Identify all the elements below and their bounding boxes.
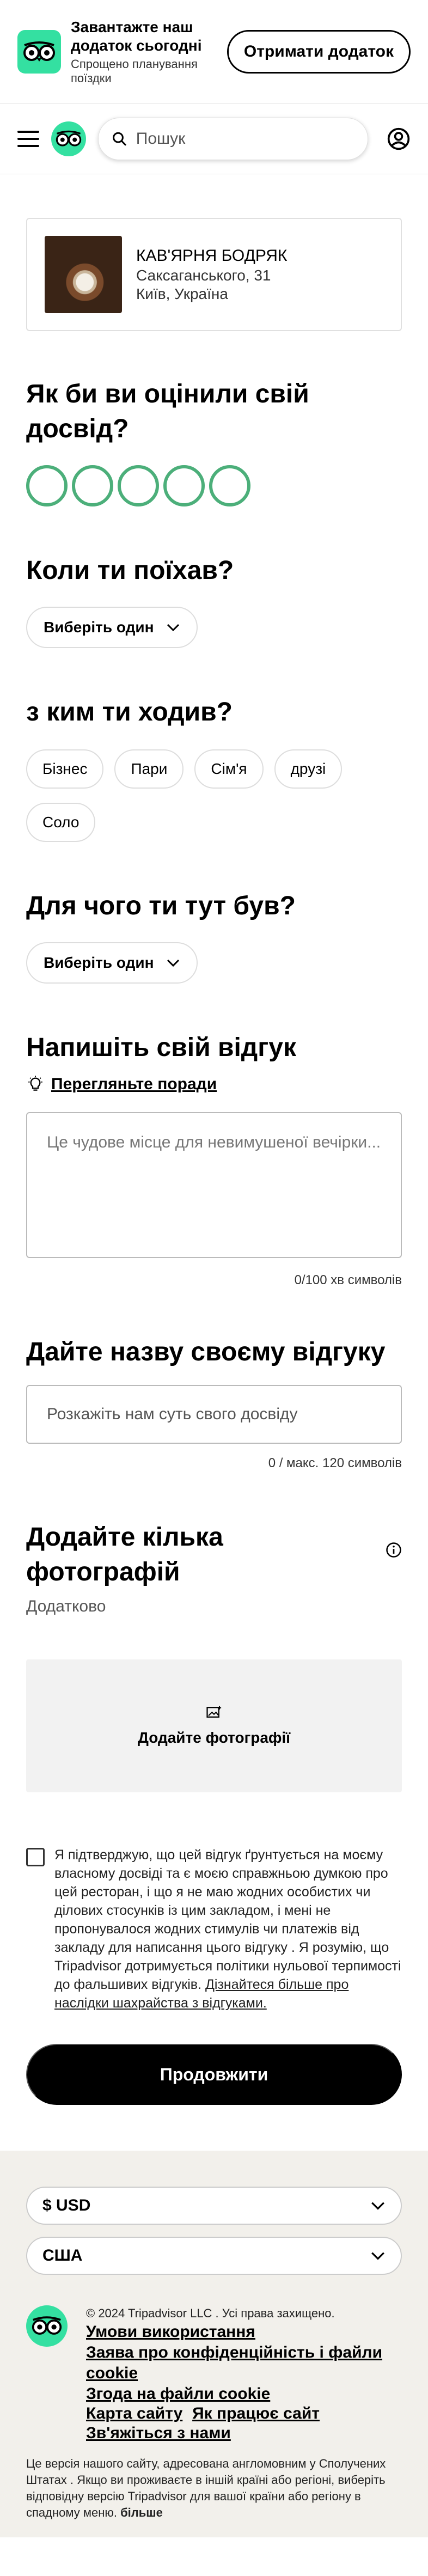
companion-option-friends[interactable]: друзі <box>274 749 343 789</box>
chevron-down-icon <box>371 2202 384 2210</box>
disclaimer-text: Це версія нашого сайту, адресована англо… <box>26 2457 386 2519</box>
purpose-select[interactable]: Виберіть один <box>26 942 198 984</box>
disclaimer-more-link[interactable]: більше <box>120 2506 163 2519</box>
footer-link-privacy[interactable]: Заява про конфіденційність і файли cooki… <box>86 2342 402 2384</box>
review-title-char-counter: 0 / макс. 120 символів <box>268 1456 402 1470</box>
restaurant-street: Саксаганського, 31 <box>136 267 271 284</box>
add-photos-dropzone[interactable]: Додайте фотографії <box>26 1659 402 1792</box>
search-bar[interactable] <box>98 117 368 160</box>
restaurant-info: КАВ'ЯРНЯ БОДРЯК Саксаганського, 31 Київ,… <box>136 246 287 303</box>
restaurant-card: КАВ'ЯРНЯ БОДРЯК Саксаганського, 31 Київ,… <box>26 218 402 331</box>
currency-value: $ USD <box>42 2196 91 2214</box>
chevron-down-icon <box>167 624 179 632</box>
consent-statement: Я підтверджую, що цей відгук ґрунтується… <box>54 1847 401 1992</box>
app-download-banner: Завантажте наш додаток сьогодні Спрощено… <box>0 0 428 103</box>
consent-text: Я підтверджую, що цей відгук ґрунтується… <box>54 1846 402 2012</box>
companion-option-solo[interactable]: Соло <box>26 803 96 842</box>
visit-date-question: Коли ти поїхав? <box>26 556 234 585</box>
companion-option-family[interactable]: Сім'я <box>194 749 264 789</box>
rating-bubble-5[interactable] <box>209 465 250 506</box>
copyright: © 2024 Tripadvisor LLC . Усі права захищ… <box>86 2306 335 2320</box>
country-select[interactable]: США <box>26 2237 402 2275</box>
photos-optional-label: Додатково <box>26 1597 106 1615</box>
rating-question: Як би ви оцінили свій досвід? <box>26 380 309 443</box>
rating-bubble-1[interactable] <box>26 465 68 506</box>
review-char-counter: 0/100 хв символів <box>294 1273 402 1287</box>
footer-main: © 2024 Tripadvisor LLC . Усі права захищ… <box>26 2305 402 2444</box>
footer: $ USD США © 2024 Tripadvisor LLC . Усі п… <box>0 2151 428 2537</box>
companion-question: з ким ти ходив? <box>26 698 233 727</box>
get-app-button[interactable]: Отримати додаток <box>227 29 411 74</box>
restaurant-name: КАВ'ЯРНЯ БОДРЯК <box>136 247 288 265</box>
rating-bubble-4[interactable] <box>163 465 205 506</box>
footer-link-terms[interactable]: Умови використання <box>86 2322 402 2342</box>
visit-date-select[interactable]: Виберіть один <box>26 607 198 648</box>
companion-option-couples[interactable]: Пари <box>114 749 184 789</box>
image-icon <box>206 1706 222 1718</box>
companion-options: Бізнес Пари Сім'я друзі Соло <box>26 749 375 856</box>
photos-heading: Додайте кілька фотографій <box>26 1523 223 1586</box>
tripadvisor-logo-icon[interactable] <box>51 121 86 156</box>
top-header <box>0 103 428 174</box>
user-profile-icon[interactable] <box>387 127 411 151</box>
restaurant-photo <box>45 236 122 313</box>
companion-option-business[interactable]: Бізнес <box>26 749 104 789</box>
banner-subtitle: Спрощено планування поїздки <box>71 57 198 85</box>
photos-header: Додайте кілька фотографій Додатково <box>26 1520 402 1616</box>
tips-link-label: Перегляньте поради <box>51 1075 217 1093</box>
review-form: Як би ви оцінили свій досвід? Коли ти по… <box>0 377 428 2105</box>
purpose-select-label: Виберіть один <box>44 954 154 971</box>
footer-link-how-it-works[interactable]: Як працює сайт <box>192 2404 320 2422</box>
purpose-question: Для чого ти тут був? <box>26 892 296 920</box>
restaurant-city: Київ, Україна <box>136 285 228 302</box>
review-textarea[interactable] <box>26 1112 402 1258</box>
search-input[interactable] <box>136 129 354 148</box>
add-photos-label: Додайте фотографії <box>137 1729 291 1746</box>
review-heading: Напишіть свій відгук <box>26 1033 296 1062</box>
rating-bubbles <box>26 465 402 506</box>
search-icon <box>113 132 126 145</box>
footer-link-contact[interactable]: Зв'яжіться з нами <box>86 2423 402 2444</box>
page: Завантажте наш додаток сьогодні Спрощено… <box>0 0 428 2537</box>
rating-bubble-2[interactable] <box>72 465 113 506</box>
visit-date-select-label: Виберіть один <box>44 619 154 636</box>
footer-link-sitemap[interactable]: Карта сайту <box>86 2404 182 2422</box>
country-value: США <box>42 2247 83 2264</box>
lightbulb-icon <box>28 1076 42 1091</box>
consent-checkbox[interactable] <box>26 1848 45 1866</box>
banner-title: Завантажте наш додаток сьогодні <box>71 18 202 54</box>
hamburger-menu-icon[interactable] <box>17 130 39 147</box>
tips-link[interactable]: Перегляньте поради <box>26 1075 402 1094</box>
review-title-input[interactable] <box>26 1385 402 1444</box>
continue-button[interactable]: Продовжити <box>26 2044 402 2105</box>
chevron-down-icon <box>371 2252 384 2260</box>
rating-bubble-3[interactable] <box>118 465 159 506</box>
owl-logo-icon <box>17 29 61 74</box>
footer-disclaimer: Це версія нашого сайту, адресована англо… <box>26 2456 402 2521</box>
banner-text: Завантажте наш додаток сьогодні Спрощено… <box>71 18 227 86</box>
info-icon[interactable] <box>386 1542 402 1558</box>
currency-select[interactable]: $ USD <box>26 2187 402 2225</box>
footer-links: © 2024 Tripadvisor LLC . Усі права захищ… <box>86 2305 402 2444</box>
review-title-heading: Дайте назву своєму відгуку <box>26 1338 386 1366</box>
footer-link-cookie-consent[interactable]: Згода на файли cookie <box>86 2384 402 2404</box>
consent-row: Я підтверджую, що цей відгук ґрунтується… <box>26 1846 402 2012</box>
owl-logo-icon <box>26 2305 68 2347</box>
chevron-down-icon <box>167 959 179 967</box>
